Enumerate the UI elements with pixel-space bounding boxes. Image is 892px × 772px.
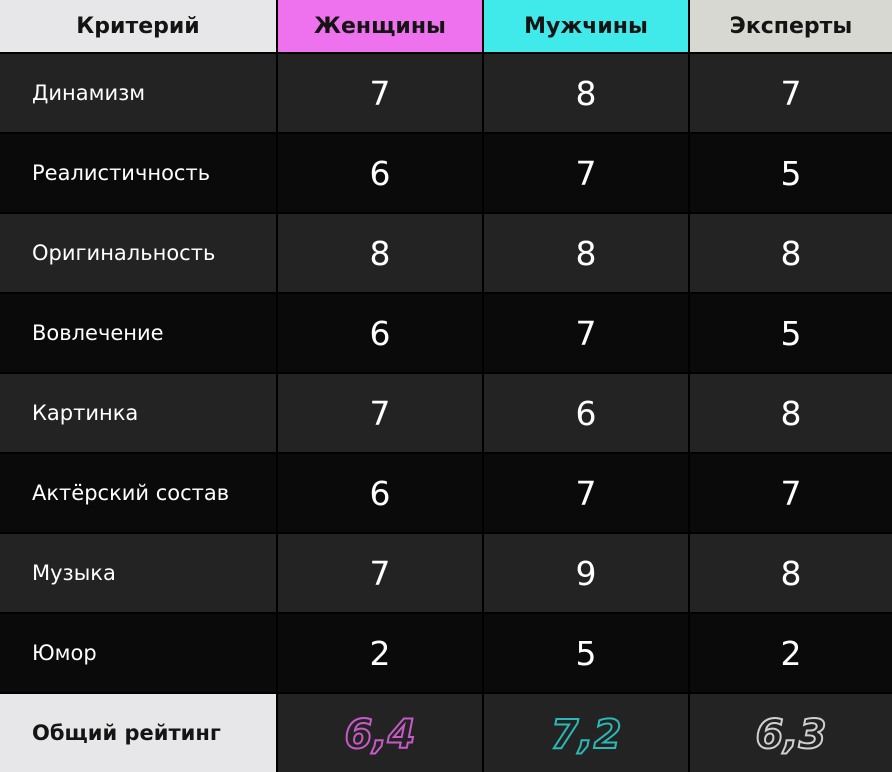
score-cell: 8 xyxy=(690,534,892,612)
score-cell: 5 xyxy=(690,294,892,372)
score-cell: 8 xyxy=(278,214,482,292)
criterion-label: Юмор xyxy=(0,614,276,692)
header-women: Женщины xyxy=(278,0,482,52)
score-cell: 8 xyxy=(484,54,688,132)
score-cell: 5 xyxy=(484,614,688,692)
score-cell: 2 xyxy=(278,614,482,692)
criterion-label: Картинка xyxy=(0,374,276,452)
score-cell: 7 xyxy=(484,454,688,532)
criterion-label: Вовлечение xyxy=(0,294,276,372)
overall-rating-cell: 6,3 xyxy=(690,694,892,772)
overall-rating-text: 6,3 xyxy=(756,712,827,758)
score-cell: 6 xyxy=(484,374,688,452)
score-cell: 8 xyxy=(484,214,688,292)
score-cell: 5 xyxy=(690,134,892,212)
criterion-label: Оригинальность xyxy=(0,214,276,292)
ratings-table: Критерий Женщины Мужчины Эксперты Динами… xyxy=(0,0,892,772)
score-cell: 7 xyxy=(690,54,892,132)
header-experts: Эксперты xyxy=(690,0,892,52)
score-cell: 7 xyxy=(484,294,688,372)
score-cell: 6 xyxy=(278,134,482,212)
overall-rating-value: 6,4 xyxy=(344,711,417,759)
overall-rating-text: 6,4 xyxy=(345,712,416,758)
header-men: Мужчины xyxy=(484,0,688,52)
overall-rating-label: Общий рейтинг xyxy=(0,694,276,772)
score-cell: 7 xyxy=(278,54,482,132)
score-cell: 6 xyxy=(278,454,482,532)
criterion-label: Актёрский состав xyxy=(0,454,276,532)
header-criterion: Критерий xyxy=(0,0,276,52)
score-cell: 8 xyxy=(690,214,892,292)
overall-rating-value: 7,2 xyxy=(550,711,623,759)
overall-rating-text: 7,2 xyxy=(551,712,622,758)
score-cell: 7 xyxy=(484,134,688,212)
score-cell: 9 xyxy=(484,534,688,612)
score-cell: 6 xyxy=(278,294,482,372)
overall-rating-value: 6,3 xyxy=(755,711,828,759)
criterion-label: Музыка xyxy=(0,534,276,612)
score-cell: 7 xyxy=(690,454,892,532)
criterion-label: Реалистичность xyxy=(0,134,276,212)
score-cell: 2 xyxy=(690,614,892,692)
overall-rating-cell: 7,2 xyxy=(484,694,688,772)
score-cell: 7 xyxy=(278,374,482,452)
score-cell: 7 xyxy=(278,534,482,612)
score-cell: 8 xyxy=(690,374,892,452)
criterion-label: Динамизм xyxy=(0,54,276,132)
overall-rating-cell: 6,4 xyxy=(278,694,482,772)
